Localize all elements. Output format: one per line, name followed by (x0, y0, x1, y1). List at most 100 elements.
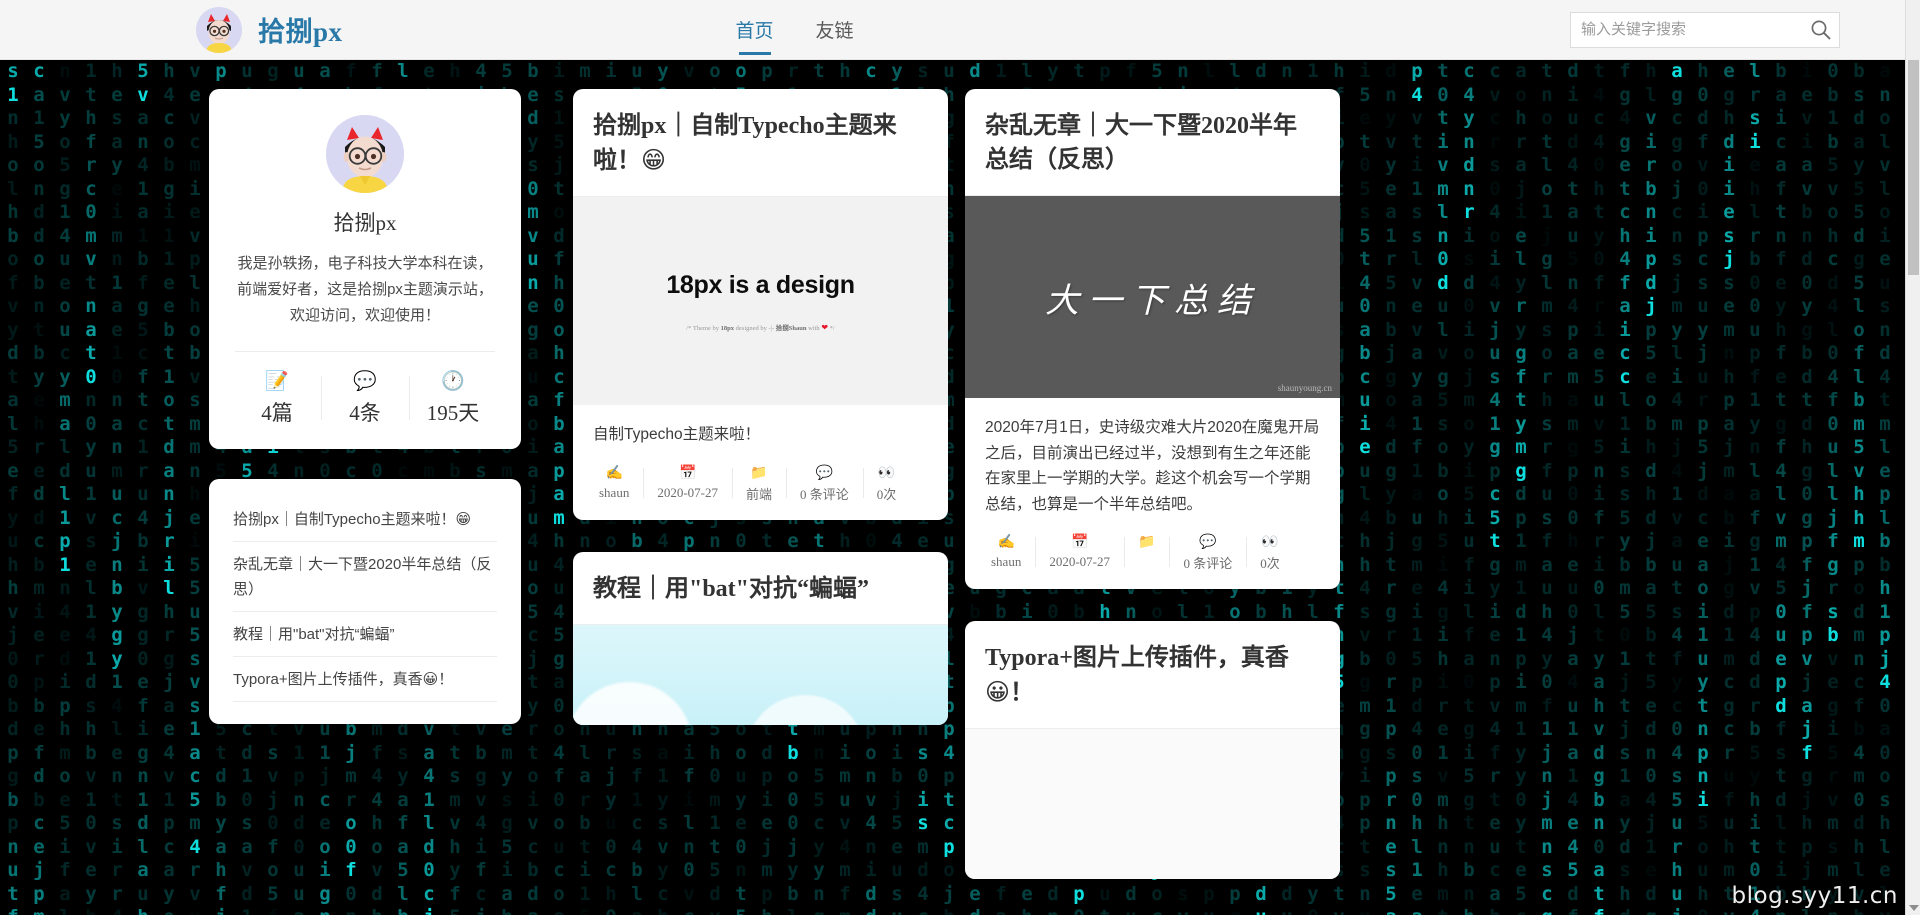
speech-balloon-icon: 💬 (800, 464, 849, 482)
post-meta: ✍️ shaun 📅 2020-07-27 📁 💬 (965, 521, 1340, 589)
profile-stats: 📝 4篇 💬 4条 🕐 195天 (233, 370, 497, 427)
post-title-suffix: ！ (1010, 680, 1034, 706)
meta-date-label: 2020-07-27 (657, 485, 718, 500)
folder-icon: 📁 (746, 464, 772, 482)
sub-b2: 拾捌Shaun (776, 325, 807, 332)
post-title[interactable]: Typora+图片上传插件，真香 😀！ (965, 621, 1340, 729)
list-item[interactable]: 杂乱无章｜大一下暨2020半年总结（反思） (233, 542, 497, 612)
main-nav: 首页 友链 (736, 0, 854, 60)
meta-category[interactable]: 📁 前端 (732, 464, 786, 504)
meta-category[interactable]: 📁 (1124, 533, 1169, 553)
speech-balloon-icon: 💬 (1183, 533, 1232, 551)
user-avatar-icon (326, 115, 404, 193)
post-card: 教程｜用"bat"对抗“蝙蝠” (573, 552, 948, 725)
grinning-face-emoji: 😁 (641, 146, 666, 174)
meta-comments-label: 0 条评论 (800, 487, 849, 502)
post-title-text: 拾捌px｜自制Typecho主题来啦！ (593, 113, 897, 174)
post-excerpt: 自制Typecho主题来啦！ (573, 405, 948, 452)
post-excerpt: 2020年7月1日，史诗级灾难大片2020在魔鬼开局之后，目前演出已经过半，没想… (965, 398, 1340, 521)
meta-views-label: 0次 (1260, 556, 1280, 571)
search-input[interactable] (1570, 12, 1840, 48)
post-thumbnail[interactable] (965, 729, 1340, 879)
post-card: 拾捌px｜自制Typecho主题来啦！😁 18px is a design /*… (573, 89, 948, 520)
meta-comments[interactable]: 💬 0 条评论 (1169, 533, 1246, 573)
meta-date: 📅 2020-07-27 (1035, 533, 1124, 571)
writing-hand-icon: ✍️ (599, 464, 629, 482)
stat-comments-value: 4条 (349, 401, 381, 425)
post-grid: 拾捌px｜自制Typecho主题来啦！😁 18px is a design /*… (573, 89, 1348, 879)
clock-icon: 🕐 (409, 370, 497, 394)
post-title[interactable]: 教程｜用"bat"对抗“蝙蝠” (573, 552, 948, 625)
stat-days[interactable]: 🕐 195天 (409, 370, 497, 427)
user-avatar-icon (196, 7, 242, 53)
thumbnail-title: 大一下总结 (1045, 273, 1260, 322)
stat-comments[interactable]: 💬 4条 (321, 370, 409, 427)
post-title[interactable]: 杂乱无章｜大一下暨2020半年总结（反思） (965, 89, 1340, 196)
sub-mid: designed by -|- (734, 325, 776, 332)
vertical-scrollbar[interactable] (1905, 0, 1920, 915)
site-brand[interactable]: 拾捌px (196, 7, 343, 53)
calendar-icon: 📅 (657, 464, 718, 482)
profile-description: 我是孙轶扬，电子科技大学本科在读，前端爱好者，这是拾捌px主题演示站，欢迎访问，… (233, 251, 497, 329)
thumbnail-watermark: shaunyoung.cn (1278, 383, 1332, 393)
meta-views-label: 0次 (877, 487, 897, 502)
post-column-left: 拾捌px｜自制Typecho主题来啦！😁 18px is a design /*… (573, 89, 948, 879)
site-header: 拾捌px 首页 友链 (0, 0, 1905, 60)
search-box (1570, 12, 1840, 48)
meta-views: 👀 0次 (863, 464, 911, 504)
nav-item-home[interactable]: 首页 (736, 16, 774, 55)
post-card: Typora+图片上传插件，真香 😀！ (965, 621, 1340, 879)
post-meta: ✍️ shaun 📅 2020-07-27 📁 前端 💬 (573, 452, 948, 520)
note-with-pencil-icon: 📝 (233, 370, 321, 394)
sub-post: with (807, 325, 822, 332)
meta-views: 👀 0次 (1246, 533, 1294, 573)
recent-posts-card: 拾捌px｜自制Typecho主题来啦！😁 杂乱无章｜大一下暨2020半年总结（反… (209, 479, 521, 724)
post-thumbnail[interactable]: 大一下总结 shaunyoung.cn (965, 196, 1340, 398)
writing-hand-icon: ✍️ (991, 533, 1021, 551)
profile-name: 拾捌px (233, 207, 497, 237)
heart-icon: ❤ (821, 323, 828, 332)
site-title: 拾捌px (258, 10, 343, 49)
post-column-right: 杂乱无章｜大一下暨2020半年总结（反思） 大一下总结 shaunyoung.c… (965, 89, 1340, 879)
calendar-icon: 📅 (1049, 533, 1110, 551)
search-icon[interactable] (1810, 19, 1832, 41)
stat-posts[interactable]: 📝 4篇 (233, 370, 321, 427)
post-thumbnail[interactable] (573, 625, 948, 725)
list-item[interactable]: 拾捌px｜自制Typecho主题来啦！😁 (233, 497, 497, 542)
nav-item-links[interactable]: 友链 (816, 16, 854, 55)
sub-end: */ (828, 325, 835, 332)
list-item[interactable]: 教程｜用"bat"对抗“蝙蝠” (233, 612, 497, 657)
browser-viewport: s1nholhbofvydtal5efyuhhvj00bdpgbpnutfgrc… (0, 0, 1920, 915)
post-card: 杂乱无章｜大一下暨2020半年总结（反思） 大一下总结 shaunyoung.c… (965, 89, 1340, 589)
sub-b1: 18px (721, 325, 734, 332)
meta-comments-label: 0 条评论 (1183, 556, 1232, 571)
meta-date-label: 2020-07-27 (1049, 554, 1110, 569)
meta-author[interactable]: ✍️ shaun (585, 464, 643, 502)
thumbnail-subtitle: /* Theme by 18px designed by -|- 拾捌Shaun… (686, 322, 834, 332)
divider (235, 351, 495, 352)
folder-icon: 📁 (1138, 533, 1155, 551)
meta-author-label: shaun (599, 485, 629, 500)
meta-author-label: shaun (991, 554, 1021, 569)
meta-author[interactable]: ✍️ shaun (977, 533, 1035, 571)
post-title[interactable]: 拾捌px｜自制Typecho主题来啦！😁 (573, 89, 948, 197)
post-title-text: Typora+图片上传插件，真香 (985, 645, 1289, 671)
eyes-icon: 👀 (1260, 533, 1280, 551)
stat-posts-value: 4篇 (261, 401, 293, 425)
chevron-down-icon[interactable] (1909, 905, 1919, 911)
post-thumbnail[interactable]: 18px is a design /* Theme by 18px design… (573, 197, 948, 405)
sidebar: 拾捌px 我是孙轶扬，电子科技大学本科在读，前端爱好者，这是拾捌px主题演示站，… (209, 89, 521, 724)
thumbnail-title: 18px is a design (666, 271, 854, 300)
speech-balloon-icon: 💬 (321, 370, 409, 394)
profile-card: 拾捌px 我是孙轶扬，电子科技大学本科在读，前端爱好者，这是拾捌px主题演示站，… (209, 89, 521, 449)
sub-pre: /* Theme by (686, 325, 720, 332)
list-item[interactable]: Typora+图片上传插件，真香😀！ (233, 657, 497, 702)
meta-comments[interactable]: 💬 0 条评论 (786, 464, 863, 504)
page-watermark: blog.syy11.cn (1732, 883, 1898, 909)
grinning-face-emoji: 😀 (985, 678, 1010, 706)
eyes-icon: 👀 (877, 464, 897, 482)
scrollbar-thumb[interactable] (1908, 60, 1919, 275)
stat-days-value: 195天 (427, 401, 480, 425)
meta-date: 📅 2020-07-27 (643, 464, 732, 502)
meta-category-label: 前端 (746, 487, 772, 502)
